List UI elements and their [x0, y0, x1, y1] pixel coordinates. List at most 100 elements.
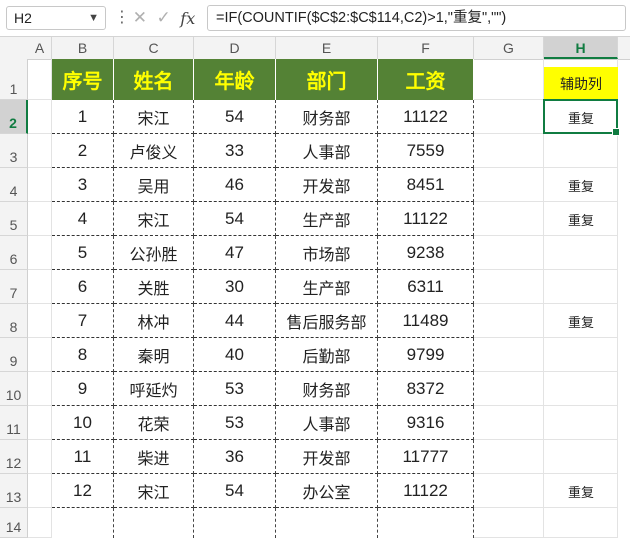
row-header-4[interactable]: 4	[0, 168, 28, 202]
helper-cell[interactable]	[544, 236, 618, 270]
grid-cell[interactable]	[28, 338, 52, 372]
table-cell[interactable]: 办公室	[276, 474, 378, 508]
table-cell[interactable]: 财务部	[276, 100, 378, 134]
table-cell[interactable]: 7	[52, 304, 114, 338]
table-cell[interactable]: 54	[194, 100, 276, 134]
table-cell[interactable]	[114, 508, 194, 538]
table-cell[interactable]: 售后服务部	[276, 304, 378, 338]
column-header-e[interactable]: E	[276, 37, 378, 59]
table-cell[interactable]: 11	[52, 440, 114, 474]
chevron-down-icon[interactable]: ▼	[88, 7, 99, 29]
function-icon[interactable]: fx	[180, 9, 195, 28]
table-cell[interactable]: 4	[52, 202, 114, 236]
grid-cell[interactable]	[474, 270, 544, 304]
helper-column-header[interactable]: 辅助列	[544, 67, 618, 100]
grid-cell[interactable]	[474, 100, 544, 134]
table-cell[interactable]: 财务部	[276, 372, 378, 406]
close-icon[interactable]: ✕	[133, 8, 147, 28]
row-header-3[interactable]: 3	[0, 134, 28, 168]
row-header-8[interactable]: 8	[0, 304, 28, 338]
helper-cell[interactable]	[544, 440, 618, 474]
table-cell[interactable]: 36	[194, 440, 276, 474]
row-header-6[interactable]: 6	[0, 236, 28, 270]
table-cell[interactable]: 秦明	[114, 338, 194, 372]
table-header-cell[interactable]: 序号	[52, 59, 114, 100]
table-cell[interactable]: 8372	[378, 372, 474, 406]
table-cell[interactable]: 10	[52, 406, 114, 440]
helper-cell[interactable]: 重复	[544, 100, 618, 134]
grid-cell[interactable]	[474, 338, 544, 372]
table-cell[interactable]: 开发部	[276, 440, 378, 474]
table-cell[interactable]: 柴进	[114, 440, 194, 474]
table-cell[interactable]: 54	[194, 474, 276, 508]
grid-cell[interactable]	[544, 508, 618, 538]
table-cell[interactable]: 人事部	[276, 134, 378, 168]
grid-cell[interactable]	[28, 100, 52, 134]
table-cell[interactable]: 30	[194, 270, 276, 304]
grid-cell[interactable]	[474, 168, 544, 202]
table-header-cell[interactable]: 工资	[378, 59, 474, 100]
table-cell[interactable]	[378, 508, 474, 538]
row-header-12[interactable]: 12	[0, 440, 28, 474]
grid-cell[interactable]	[28, 440, 52, 474]
table-cell[interactable]: 宋江	[114, 100, 194, 134]
table-cell[interactable]: 生产部	[276, 202, 378, 236]
table-cell[interactable]: 9799	[378, 338, 474, 372]
table-cell[interactable]: 关胜	[114, 270, 194, 304]
grid-cell[interactable]	[474, 134, 544, 168]
grid-cell[interactable]	[474, 304, 544, 338]
row-header-7[interactable]: 7	[0, 270, 28, 304]
grid-cell[interactable]	[28, 304, 52, 338]
row-header-14[interactable]: 14	[0, 508, 28, 538]
table-cell[interactable]: 54	[194, 202, 276, 236]
grid-cell[interactable]	[28, 474, 52, 508]
table-cell[interactable]: 33	[194, 134, 276, 168]
name-box[interactable]: H2 ▼	[6, 6, 106, 30]
table-cell[interactable]	[276, 508, 378, 538]
row-header-5[interactable]: 5	[0, 202, 28, 236]
grid-cell[interactable]	[28, 59, 52, 100]
table-cell[interactable]: 46	[194, 168, 276, 202]
grid-cell[interactable]	[28, 270, 52, 304]
table-cell[interactable]: 11122	[378, 202, 474, 236]
table-cell[interactable]: 44	[194, 304, 276, 338]
table-cell[interactable]: 9238	[378, 236, 474, 270]
column-header-b[interactable]: B	[52, 37, 114, 59]
grid-cell[interactable]	[474, 406, 544, 440]
table-cell[interactable]: 开发部	[276, 168, 378, 202]
helper-cell[interactable]: 重复	[544, 168, 618, 202]
table-cell[interactable]	[52, 508, 114, 538]
table-cell[interactable]: 呼延灼	[114, 372, 194, 406]
grid-cell[interactable]	[28, 406, 52, 440]
column-header-d[interactable]: D	[194, 37, 276, 59]
grid-cell[interactable]	[474, 440, 544, 474]
table-cell[interactable]: 后勤部	[276, 338, 378, 372]
table-cell[interactable]: 吴用	[114, 168, 194, 202]
row-header-13[interactable]: 13	[0, 474, 28, 508]
table-cell[interactable]: 市场部	[276, 236, 378, 270]
table-cell[interactable]: 11122	[378, 474, 474, 508]
table-cell[interactable]: 11777	[378, 440, 474, 474]
table-cell[interactable]: 6311	[378, 270, 474, 304]
grid-cell[interactable]	[474, 202, 544, 236]
check-icon[interactable]: ✓	[157, 8, 171, 28]
table-cell[interactable]: 9	[52, 372, 114, 406]
grid-cell[interactable]	[28, 508, 52, 538]
table-cell[interactable]: 1	[52, 100, 114, 134]
table-cell[interactable]: 11489	[378, 304, 474, 338]
table-cell[interactable]: 宋江	[114, 202, 194, 236]
grid-cell[interactable]	[28, 372, 52, 406]
table-cell[interactable]	[194, 508, 276, 538]
table-header-cell[interactable]: 姓名	[114, 59, 194, 100]
helper-cell[interactable]	[544, 338, 618, 372]
helper-cell[interactable]	[544, 406, 618, 440]
table-cell[interactable]: 人事部	[276, 406, 378, 440]
column-header-a[interactable]: A	[28, 37, 52, 59]
helper-cell[interactable]	[544, 270, 618, 304]
helper-cell[interactable]	[544, 134, 618, 168]
table-cell[interactable]: 40	[194, 338, 276, 372]
table-cell[interactable]: 9316	[378, 406, 474, 440]
grid-cell[interactable]	[28, 202, 52, 236]
helper-cell[interactable]: 重复	[544, 474, 618, 508]
table-cell[interactable]: 12	[52, 474, 114, 508]
